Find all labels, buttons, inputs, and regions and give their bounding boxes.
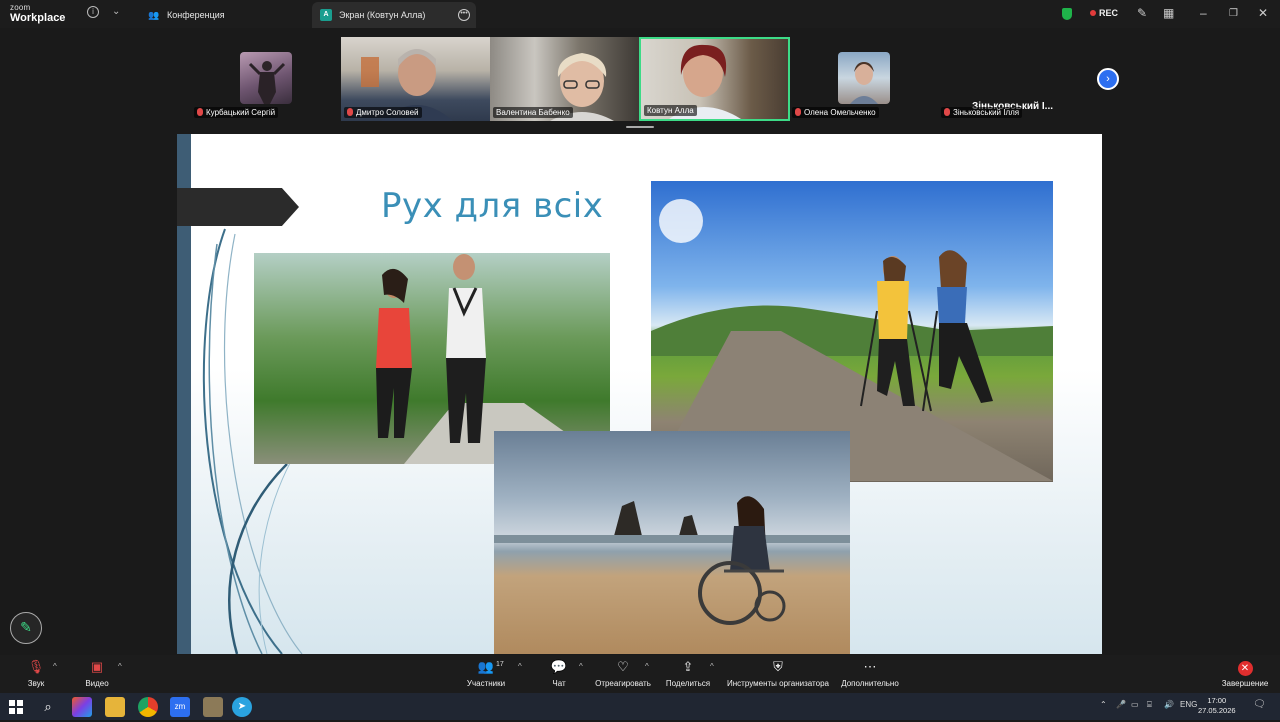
clock-date: 27.05.2026 — [1198, 706, 1236, 715]
react-button[interactable]: ♡ Отреагировать — [594, 659, 652, 688]
system-clock[interactable]: 17:00 27.05.2026 — [1198, 696, 1236, 716]
tab-meeting[interactable]: 👥 Конференция — [140, 2, 310, 28]
clock-time: 17:00 — [1207, 696, 1227, 705]
app-icon[interactable] — [203, 697, 223, 717]
zoom-logo: zoom Workplace — [10, 3, 66, 24]
chat-button[interactable]: 💬 Чат — [548, 659, 570, 688]
participant-name-tag: Валентина Бабенко — [493, 107, 573, 118]
share-screen-icon: ⇪ — [682, 659, 694, 674]
participant-avatar[interactable] — [838, 52, 890, 104]
close-icon[interactable]: ✕ — [1258, 6, 1268, 20]
person-silhouette-icon — [248, 61, 286, 104]
end-call-icon: ✕ — [1237, 661, 1253, 676]
language-indicator[interactable]: ENG — [1180, 700, 1197, 709]
annotate-pen-icon[interactable]: ✎ — [1137, 6, 1147, 20]
zoom-app-icon[interactable]: zm — [170, 697, 190, 717]
share-options-caret-icon[interactable]: ^ — [710, 662, 714, 671]
audio-button[interactable]: 🎙 Звук — [22, 659, 50, 688]
restore-icon[interactable]: ❐ — [1229, 8, 1238, 19]
host-tools-button[interactable]: ⛨ Инструменты организатора — [725, 659, 831, 688]
gallery-resize-handle[interactable] — [626, 126, 654, 128]
end-meeting-button[interactable]: ✕ Завершение — [1218, 659, 1272, 688]
info-icon[interactable]: i — [87, 6, 99, 18]
participant-name-tag: Дмитро Соловей — [344, 107, 422, 118]
mic-muted-icon — [197, 108, 203, 116]
heart-icon: ♡ — [617, 659, 629, 674]
participants-options-caret-icon[interactable]: ^ — [518, 662, 522, 671]
chrome-icon[interactable] — [138, 697, 158, 717]
video-options-caret-icon[interactable]: ^ — [118, 662, 122, 671]
participant-video-tile[interactable]: Валентина Бабенко — [490, 37, 639, 121]
video-button[interactable]: ▣ Видео — [82, 659, 112, 688]
recording-label: REC — [1099, 8, 1119, 18]
people-icon: 👥 — [148, 10, 160, 20]
telegram-icon[interactable]: ➤ — [232, 697, 252, 717]
notifications-icon[interactable]: 🗨 — [1253, 699, 1266, 710]
mic-muted-icon: 🎙 — [27, 659, 45, 674]
mic-muted-icon — [347, 108, 353, 116]
participants-count: 17 — [496, 661, 504, 668]
participant-name-tag: Курбацький Сергій — [194, 107, 279, 118]
participant-name-tag: Ковтун Алла — [644, 105, 697, 116]
beach-illustration — [494, 496, 850, 625]
mic-muted-icon — [795, 108, 801, 116]
layout-icon[interactable]: ▦ — [1163, 6, 1174, 20]
meeting-toolbar: 🎙 Звук ^ ▣ Видео ^ 👥 Участники 17 ^ 💬 Ча… — [0, 655, 1280, 693]
shared-slide: Рух для всіх — [177, 134, 1102, 654]
slide-title: Рух для всіх — [381, 186, 604, 226]
more-options-icon[interactable]: ••• — [458, 9, 470, 21]
minimize-icon[interactable]: – — [1200, 6, 1207, 20]
react-options-caret-icon[interactable]: ^ — [645, 662, 649, 671]
recording-dot-icon — [1090, 10, 1096, 16]
audio-options-caret-icon[interactable]: ^ — [53, 662, 57, 671]
screen-share-badge-icon: A — [320, 9, 332, 21]
network-icon[interactable]: ⌸ — [1147, 700, 1152, 710]
copilot-icon[interactable] — [72, 697, 92, 717]
more-dots-icon: ⋯ — [863, 659, 877, 674]
participant-name-tag: Зіньковський Ілля — [941, 107, 1023, 118]
battery-icon[interactable]: ▭ — [1131, 700, 1139, 709]
participant-avatar[interactable] — [240, 52, 292, 104]
tab-screen-share-label: Экран (Ковтун Алла) — [339, 10, 426, 20]
logo-bottom-text: Workplace — [10, 12, 66, 24]
mic-muted-icon — [944, 108, 950, 116]
chevron-down-icon[interactable]: ⌄ — [112, 6, 120, 17]
tab-screen-share[interactable]: A Экран (Ковтун Алла) ••• — [312, 2, 476, 28]
gallery-next-page-button[interactable]: › — [1097, 68, 1119, 90]
tab-meeting-label: Конференция — [167, 10, 225, 20]
person-photo-icon — [850, 62, 878, 104]
annotation-pen-button[interactable]: ✎ — [10, 612, 42, 644]
participant-name: Курбацький Сергій — [206, 108, 276, 117]
participant-video-tile-active[interactable]: Ковтун Алла — [639, 37, 790, 121]
participant-video-tile[interactable]: Дмитро Соловей — [341, 37, 490, 121]
microphone-tray-icon[interactable]: 🎤 — [1116, 700, 1126, 709]
windows-start-icon[interactable] — [6, 697, 26, 717]
volume-icon[interactable]: 🔊 — [1164, 700, 1174, 709]
share-screen-button[interactable]: ⇪ Поделиться — [664, 659, 712, 688]
photo-wheelchair-beach — [494, 431, 850, 654]
tray-overflow-icon[interactable]: ⌃ — [1100, 700, 1107, 709]
chat-icon: 💬 — [550, 659, 568, 674]
participant-gallery: Курбацький Сергій Дмитро Соловей Валенти… — [0, 28, 1280, 128]
more-button[interactable]: ⋯ Дополнительно — [838, 659, 902, 688]
participant-name-tag: Олена Омельченко — [792, 107, 879, 118]
search-icon[interactable]: ⌕ — [38, 697, 58, 717]
windows-taskbar: ⌕ zm ➤ ⌃ 🎤 ▭ ⌸ 🔊 ENG 17:00 27.05.2026 🗨 — [0, 693, 1280, 720]
security-shield-icon[interactable] — [1062, 8, 1072, 20]
chat-options-caret-icon[interactable]: ^ — [579, 662, 583, 671]
windows-logo-icon — [9, 700, 23, 714]
slide-arrow-shape — [177, 188, 299, 226]
shield-icon: ⛨ — [773, 659, 783, 674]
file-explorer-icon[interactable] — [105, 697, 125, 717]
video-off-icon: ▣ — [90, 659, 104, 674]
title-bar: zoom Workplace i ⌄ 👥 Конференция A Экран… — [0, 0, 1280, 28]
